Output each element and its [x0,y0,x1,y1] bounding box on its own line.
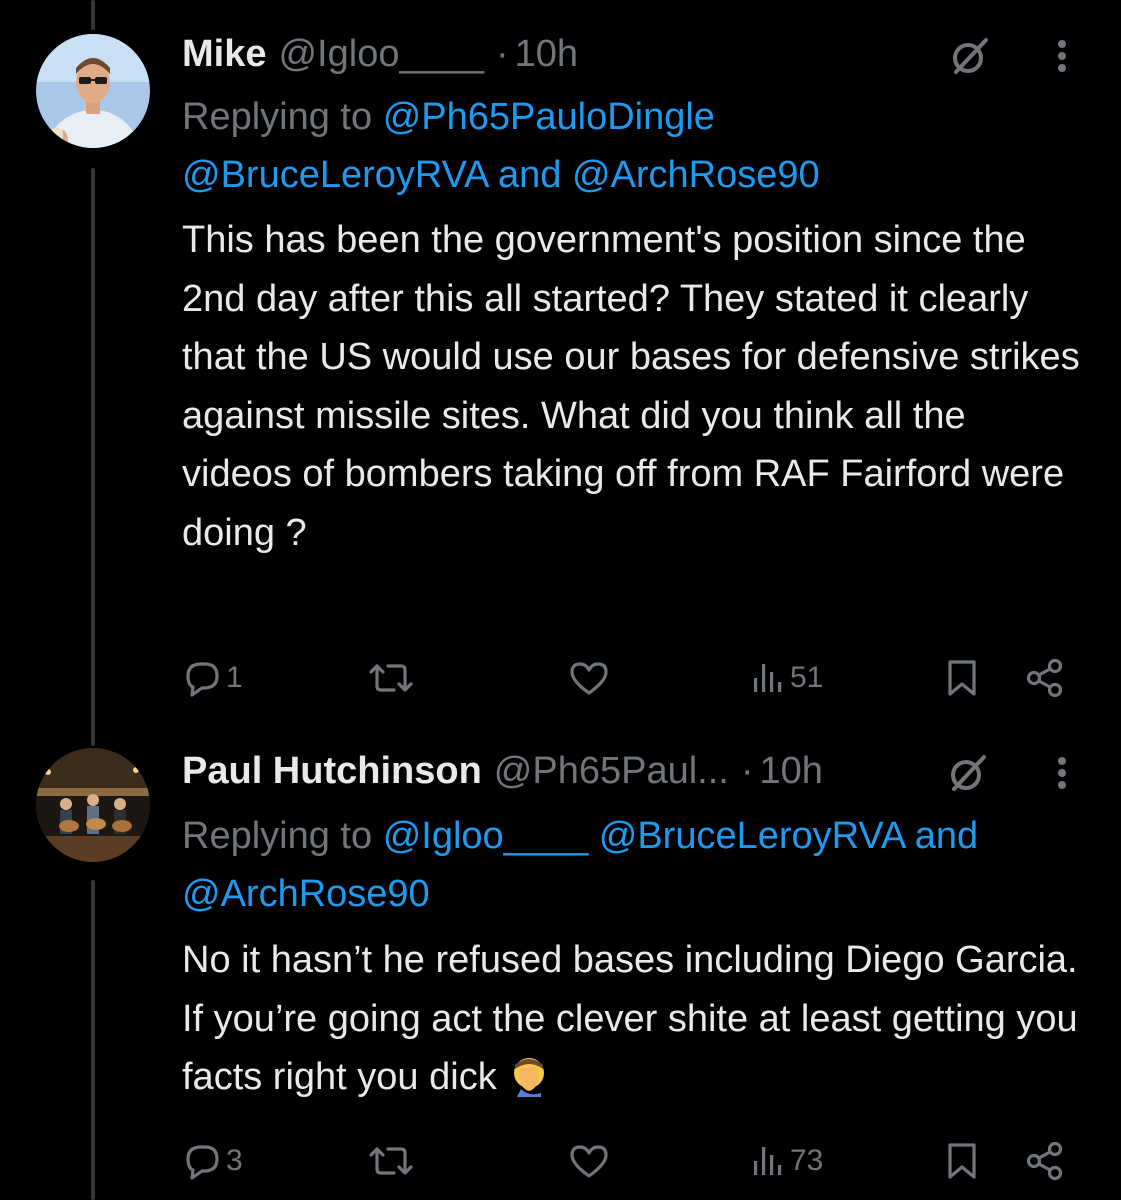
reply-count: 1 [226,661,243,694]
replying-to-label: Replying to [182,96,373,138]
like-button[interactable] [568,1135,614,1187]
replying-to: Replying to @Ph65PauloDingle @BruceLeroy… [182,88,1081,204]
bookmark-icon [948,1143,976,1179]
grok-icon[interactable] [946,32,994,80]
share-icon [1026,1141,1063,1181]
repost-button[interactable] [368,652,418,704]
views-button[interactable]: 51 [750,652,823,704]
tweet-text-content: No it hasn’t he refused bases including … [182,939,1089,1098]
mention-link[interactable]: @Igloo____ [383,815,589,857]
avatar[interactable] [36,34,150,148]
share-button[interactable] [1024,1135,1066,1187]
replying-to-label: Replying to [182,815,373,857]
avatar-image-paul [36,748,150,862]
display-name[interactable]: Paul Hutchinson [182,745,482,797]
mention-link[interactable]: @BruceLeroyRVA [599,815,904,857]
bookmark-icon [948,660,976,696]
action-bar: 3 73 [182,1135,1082,1187]
replying-and: and [914,815,979,857]
tweet-text: No it hasn’t he refused bases including … [182,931,1085,1107]
mention-link[interactable]: @BruceLeroyRVA [182,154,487,196]
more-icon[interactable] [1052,32,1072,80]
reply-count: 3 [226,1144,243,1177]
replying-and: and [498,154,562,196]
like-icon [570,1145,608,1178]
facepalm-emoji-icon [514,1058,545,1097]
reply-icon [186,1145,219,1180]
bookmark-button[interactable] [944,1135,980,1187]
view-count: 73 [790,1144,824,1177]
mention-link[interactable]: @ArchRose90 [572,154,820,196]
tweet-mike[interactable]: Mike @Igloo____ · 10h Replying to @Ph65P… [0,0,1121,745]
display-name[interactable]: Mike [182,28,266,80]
user-handle[interactable]: @Ph65Paul... [494,745,729,797]
views-icon [754,1147,782,1175]
tweet-text: This has been the government's position … [182,219,1091,554]
grok-icon[interactable] [944,749,992,797]
avatar[interactable] [36,748,150,862]
share-icon [1026,658,1063,698]
mention-link[interactable]: @Ph65PauloDingle [383,96,715,138]
reply-icon [186,662,219,697]
views-button[interactable]: 73 [750,1135,823,1187]
timestamp[interactable]: 10h [515,28,578,80]
user-handle[interactable]: @Igloo____ [278,28,484,80]
view-count: 51 [790,661,824,694]
repost-button[interactable] [368,1135,418,1187]
separator-dot: · [496,33,509,75]
repost-icon [369,1147,413,1175]
reply-button[interactable]: 3 [182,1135,243,1187]
views-icon [754,664,782,692]
reply-button[interactable]: 1 [182,652,243,704]
more-icon[interactable] [1052,749,1072,797]
like-button[interactable] [568,652,614,704]
tweet-paul-hutchinson[interactable]: Paul Hutchinson @Ph65Paul... · 10h Reply… [0,745,1121,1200]
mention-link[interactable]: @ArchRose90 [182,873,430,915]
timestamp[interactable]: 10h [760,745,823,797]
replying-to: Replying to @Igloo____ @BruceLeroyRVA an… [182,807,1081,923]
repost-icon [369,664,413,692]
avatar-image-mike [36,34,150,148]
action-bar: 1 51 [182,652,1082,704]
bookmark-button[interactable] [944,652,980,704]
share-button[interactable] [1024,652,1066,704]
separator-dot: · [740,750,754,792]
like-icon [570,662,608,695]
